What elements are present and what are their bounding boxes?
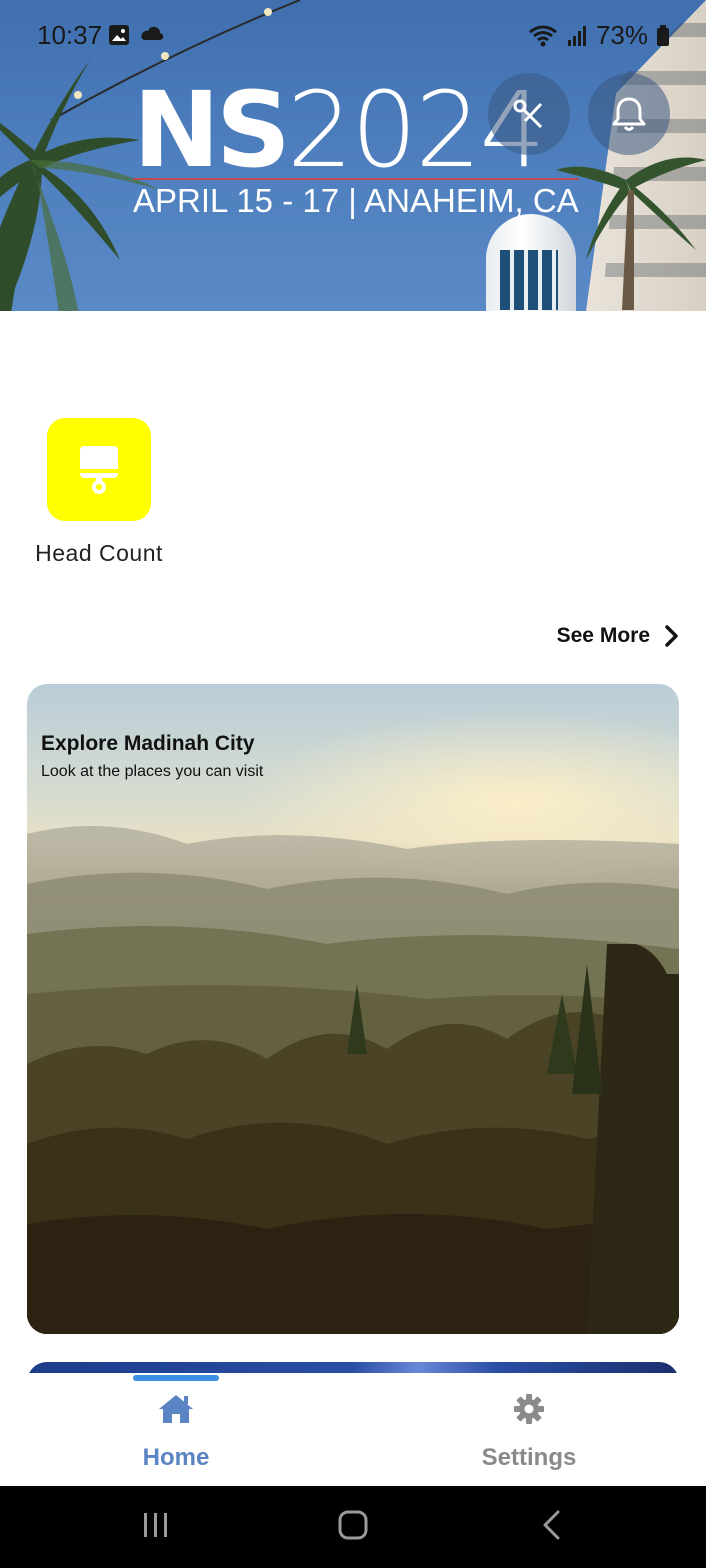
home-icon (159, 1395, 193, 1423)
gear-icon (514, 1394, 544, 1424)
tab-settings[interactable]: Settings (429, 1393, 629, 1472)
bell-icon (612, 97, 646, 131)
recent-apps-icon[interactable] (142, 1510, 170, 1540)
tab-home-label: Home (142, 1444, 210, 1471)
battery-percent: 73% (595, 20, 648, 50)
card-title: Explore Madinah City (41, 732, 255, 755)
see-more-link[interactable]: See More (557, 624, 678, 648)
see-more-label: See More (556, 624, 650, 647)
landscape-trees (27, 944, 679, 1334)
system-navigation-bar (0, 1486, 706, 1568)
share-icon (513, 99, 543, 129)
signal-icon (567, 25, 586, 46)
head-count-button[interactable] (47, 418, 151, 521)
status-bar: 10:37 73% (0, 0, 706, 70)
head-count-label: Head Count (35, 540, 163, 566)
chevron-right-icon (665, 625, 678, 647)
explore-city-card[interactable]: Explore Madinah City Look at the places … (27, 684, 679, 1334)
bottom-navigation: Home Settings (0, 1373, 706, 1486)
status-time: 10:37 (37, 20, 103, 50)
share-button[interactable] (488, 73, 570, 155)
cloud-icon (141, 26, 164, 40)
tab-settings-label: Settings (481, 1444, 577, 1471)
active-tab-indicator (133, 1375, 219, 1381)
card-subtitle: Look at the places you can visit (41, 763, 264, 780)
logo-divider (133, 178, 579, 180)
logo-ns: NS (133, 69, 291, 191)
head-count-icon (80, 445, 118, 494)
home-system-icon[interactable] (338, 1510, 368, 1540)
tab-home[interactable]: Home (76, 1393, 276, 1472)
logo-subtitle: APRIL 15 - 17 | ANAHEIM, CA (133, 182, 579, 219)
notifications-button[interactable] (588, 73, 670, 155)
wifi-icon (529, 25, 557, 46)
gallery-icon (109, 25, 129, 45)
battery-icon (657, 24, 669, 46)
back-icon[interactable] (540, 1510, 562, 1540)
